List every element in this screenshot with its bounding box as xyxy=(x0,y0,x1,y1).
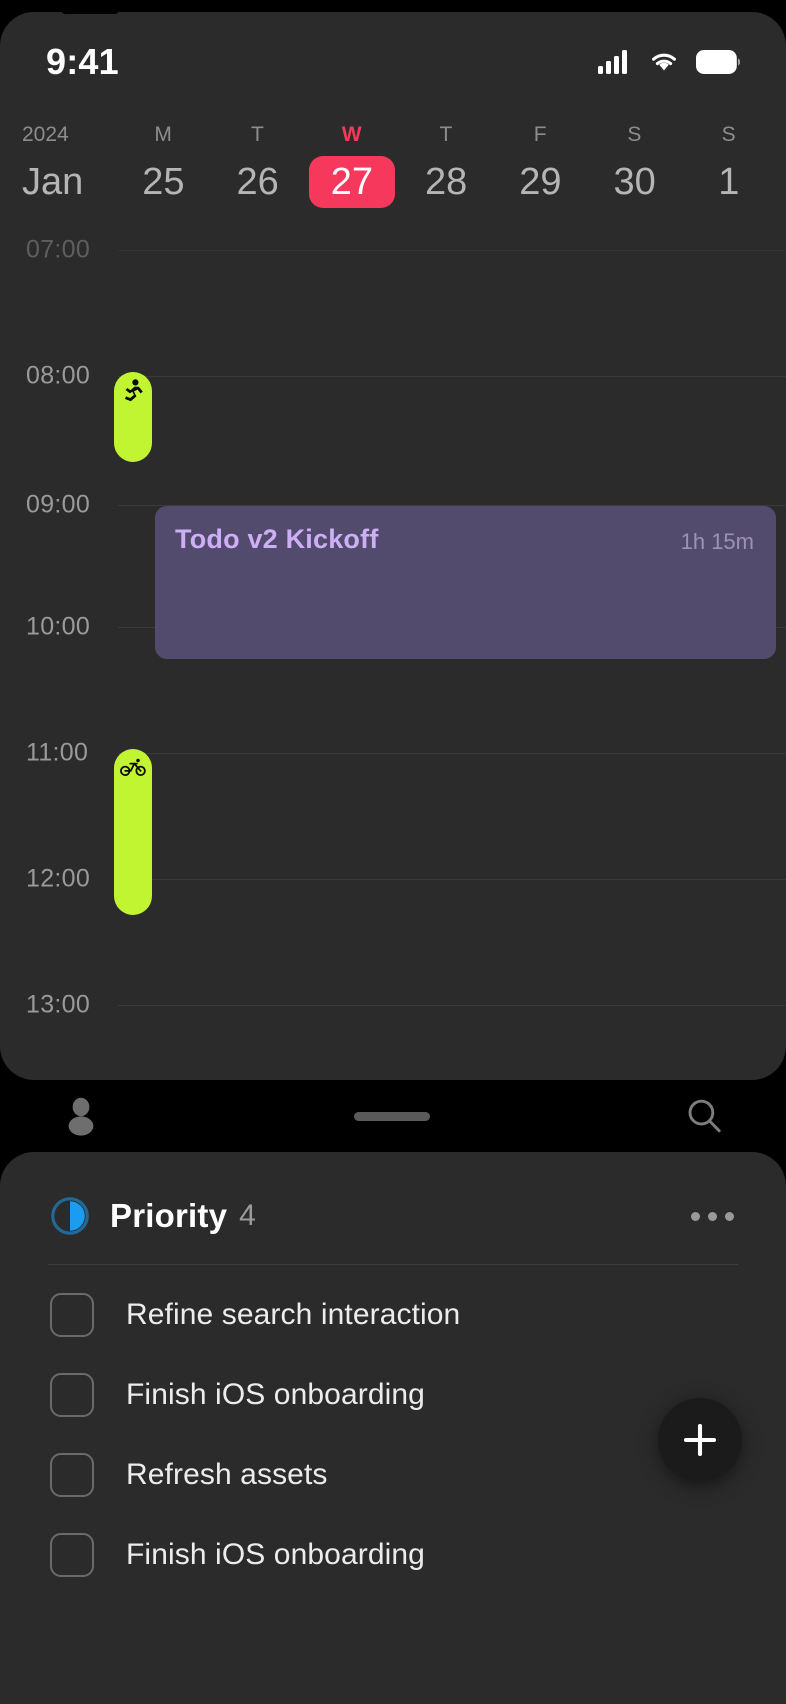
event-pill-running[interactable] xyxy=(114,372,152,462)
hour-label-0800: 08:00 xyxy=(26,362,90,391)
week-header: 2024 Jan M 25 T 26 W 27 T 28 F 29 xyxy=(0,120,786,226)
wifi-icon xyxy=(648,50,680,74)
day-of-week-0: M xyxy=(154,120,172,150)
hour-line-1200 xyxy=(118,879,786,880)
priority-title: Priority xyxy=(110,1197,227,1235)
hour-label-0900: 09:00 xyxy=(26,491,90,520)
task-row[interactable]: Finish iOS onboarding xyxy=(0,1515,786,1595)
month-label: Jan xyxy=(22,156,83,208)
priority-more-button[interactable] xyxy=(681,1202,744,1231)
plus-icon xyxy=(679,1419,721,1461)
day-number-1: 26 xyxy=(236,156,278,208)
day-number-2-selected: 27 xyxy=(309,156,395,208)
hour-row-0800: 08:00 xyxy=(0,376,786,377)
task-label: Refine search interaction xyxy=(126,1298,460,1332)
day-number-3: 28 xyxy=(425,156,467,208)
hour-line-0700 xyxy=(118,250,786,251)
day-of-week-5: S xyxy=(627,120,641,150)
hour-line-1100 xyxy=(118,753,786,754)
bottom-tab-bar xyxy=(0,1080,786,1152)
more-dot xyxy=(708,1212,717,1221)
day-number-4: 29 xyxy=(519,156,561,208)
cellular-signal-icon xyxy=(598,50,632,74)
app-screen: 9:41 xyxy=(0,0,786,1704)
task-label: Refresh assets xyxy=(126,1458,327,1492)
event-duration: 1h 15m xyxy=(681,524,754,555)
drag-handle[interactable] xyxy=(354,1112,430,1121)
event-title: Todo v2 Kickoff xyxy=(175,524,379,555)
hour-row-1100: 11:00 xyxy=(0,753,786,754)
task-row[interactable]: Refine search interaction xyxy=(0,1275,786,1355)
more-dot xyxy=(725,1212,734,1221)
year-label: 2024 xyxy=(22,120,69,150)
cycling-icon xyxy=(120,756,146,778)
hour-label-1300: 13:00 xyxy=(26,991,90,1020)
hour-row-0700: 07:00 xyxy=(0,250,786,251)
priority-count: 4 xyxy=(239,1199,256,1233)
hour-line-1300 xyxy=(118,1005,786,1006)
person-icon[interactable] xyxy=(62,1096,100,1136)
running-icon xyxy=(121,379,145,405)
hour-label-1000: 10:00 xyxy=(26,613,90,642)
day-column-0[interactable]: M 25 xyxy=(116,120,210,208)
day-column-2-today[interactable]: W 27 xyxy=(305,120,399,208)
day-number-6: 1 xyxy=(718,156,739,208)
priority-card: Priority 4 Refine search interaction Fin… xyxy=(0,1152,786,1704)
half-circle-progress-icon xyxy=(50,1196,90,1236)
day-column-1[interactable]: T 26 xyxy=(211,120,305,208)
hour-line-0800 xyxy=(118,376,786,377)
day-number-0: 25 xyxy=(142,156,184,208)
day-column-4[interactable]: F 29 xyxy=(493,120,587,208)
task-label: Finish iOS onboarding xyxy=(126,1378,425,1412)
day-column-5[interactable]: S 30 xyxy=(588,120,682,208)
task-checkbox[interactable] xyxy=(50,1293,94,1337)
task-checkbox[interactable] xyxy=(50,1453,94,1497)
day-column-6[interactable]: S 1 xyxy=(682,120,776,208)
day-of-week-4: F xyxy=(534,120,547,150)
day-of-week-3: T xyxy=(440,120,453,150)
status-bar: 9:41 xyxy=(0,12,786,112)
event-block-todo-v2-kickoff[interactable]: Todo v2 Kickoff 1h 15m xyxy=(155,506,776,659)
hour-row-1300: 13:00 xyxy=(0,1005,786,1006)
time-grid[interactable]: 07:00 08:00 09:00 10:00 11:00 12:00 xyxy=(0,226,786,1080)
hour-label-1100: 11:00 xyxy=(26,739,88,768)
add-task-fab[interactable] xyxy=(658,1398,742,1482)
month-year-label: 2024 Jan xyxy=(10,120,116,208)
priority-header: Priority 4 xyxy=(0,1152,786,1236)
day-column-3[interactable]: T 28 xyxy=(399,120,493,208)
device-notch xyxy=(60,0,120,14)
task-checkbox[interactable] xyxy=(50,1373,94,1417)
day-of-week-1: T xyxy=(251,120,264,150)
status-bar-icons xyxy=(598,50,740,74)
status-bar-clock: 9:41 xyxy=(46,41,119,83)
more-dot xyxy=(691,1212,700,1221)
task-label: Finish iOS onboarding xyxy=(126,1538,425,1572)
battery-icon xyxy=(696,50,740,74)
event-pill-cycling[interactable] xyxy=(114,749,152,915)
hour-label-1200: 12:00 xyxy=(26,865,90,894)
task-checkbox[interactable] xyxy=(50,1533,94,1577)
search-icon[interactable] xyxy=(684,1096,724,1136)
day-of-week-2: W xyxy=(342,120,362,150)
day-number-5: 30 xyxy=(613,156,655,208)
calendar-card: 9:41 xyxy=(0,12,786,1080)
hour-label-0700: 07:00 xyxy=(26,236,90,265)
day-of-week-6: S xyxy=(722,120,736,150)
